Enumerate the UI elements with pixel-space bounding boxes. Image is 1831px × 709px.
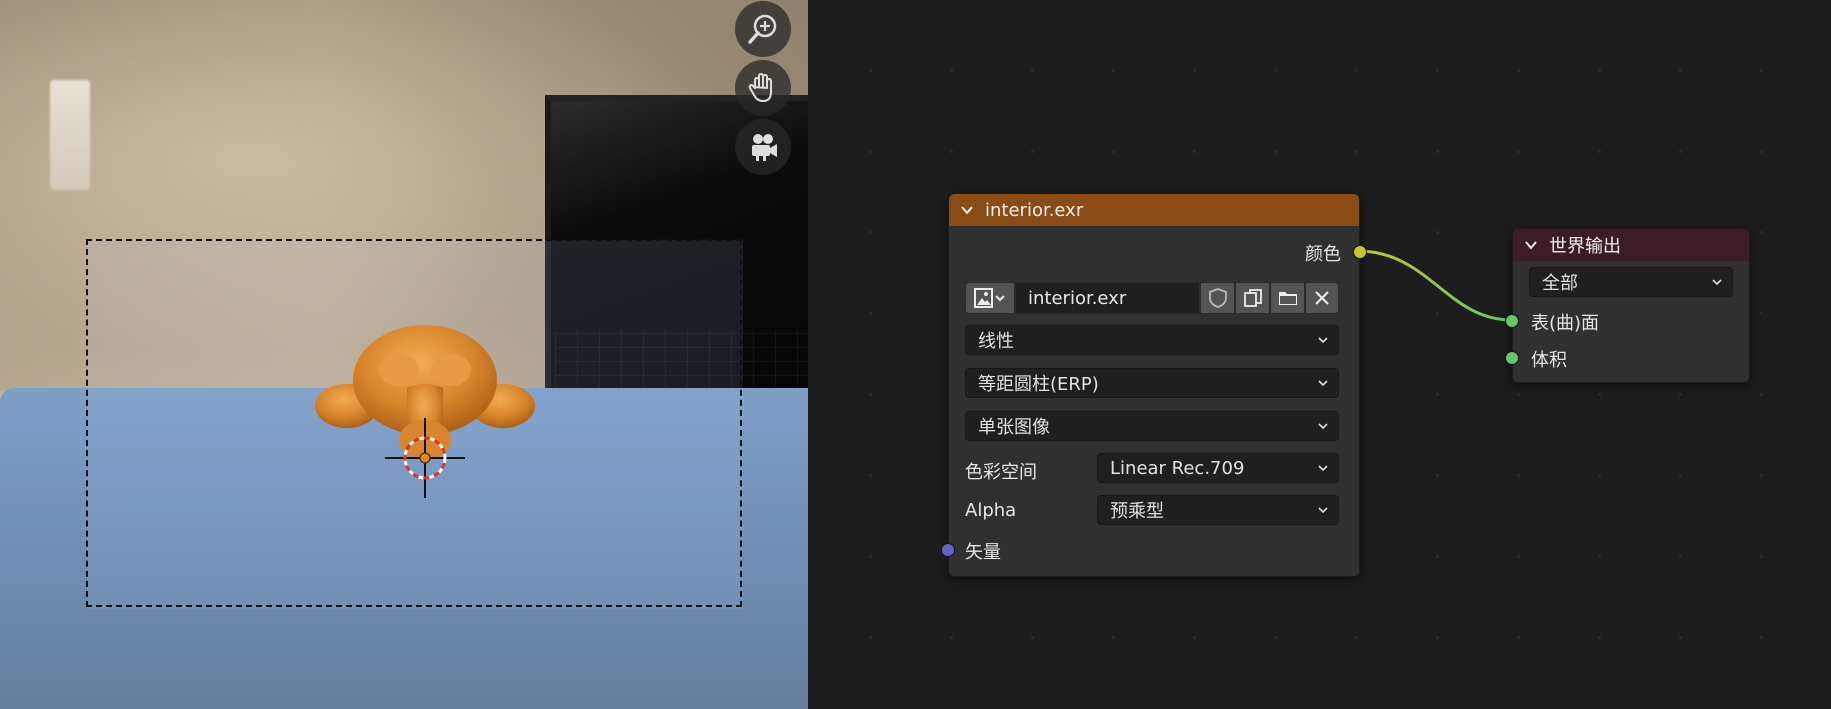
- interpolation-value: 线性: [978, 331, 1014, 352]
- chevron-down-icon: [1318, 380, 1328, 387]
- node-title: 世界输出: [1549, 236, 1621, 257]
- duplicate-icon: [1243, 289, 1262, 307]
- zoom-in-icon: [748, 14, 777, 44]
- camera-view-icon: [752, 134, 777, 161]
- alpha-label: Alpha: [965, 500, 1017, 521]
- surface-input-socket[interactable]: [1505, 314, 1519, 328]
- chevron-down-icon: [1318, 337, 1328, 344]
- volume-input-label: 体积: [1531, 350, 1567, 371]
- world-output-node[interactable]: 世界输出 全部 表(曲)面 体积: [1505, 228, 1750, 383]
- image-icon: [974, 288, 1005, 308]
- pan-tool-button[interactable]: [735, 60, 791, 116]
- node-header[interactable]: 世界输出: [1513, 229, 1749, 261]
- image-name-field[interactable]: interior.exr: [1015, 282, 1200, 314]
- hand-pan-icon: [748, 73, 772, 102]
- image-texture-node[interactable]: interior.exr 颜色 interior.exr 线性 等距圆柱(ERP…: [941, 193, 1367, 577]
- vector-input-socket[interactable]: [941, 543, 955, 557]
- target-dropdown[interactable]: 全部: [1529, 267, 1733, 297]
- chevron-down-icon[interactable]: [959, 202, 975, 218]
- source-dropdown[interactable]: 单张图像: [965, 411, 1339, 441]
- color-output-label: 颜色: [1305, 244, 1341, 265]
- camera-frame-border: [86, 239, 742, 607]
- camera-view-button[interactable]: [735, 119, 791, 175]
- chevron-down-icon: [1318, 507, 1328, 514]
- shield-icon: [1208, 288, 1227, 308]
- shader-node-editor[interactable]: interior.exr 颜色 interior.exr 线性 等距圆柱(ERP…: [808, 0, 1831, 709]
- color-output-socket[interactable]: [1353, 245, 1367, 259]
- chevron-down-icon[interactable]: [1523, 237, 1539, 253]
- zoom-tool-button[interactable]: [735, 1, 791, 57]
- alpha-dropdown[interactable]: 预乘型: [1097, 495, 1339, 525]
- interpolation-dropdown[interactable]: 线性: [965, 325, 1339, 355]
- target-value: 全部: [1542, 273, 1578, 294]
- node-title: interior.exr: [985, 199, 1084, 221]
- colorspace-value: Linear Rec.709: [1110, 457, 1245, 479]
- vector-input-label: 矢量: [965, 542, 1001, 563]
- volume-input-socket[interactable]: [1505, 351, 1519, 365]
- chevron-down-icon: [1318, 465, 1328, 472]
- close-icon: [1315, 291, 1329, 305]
- open-image-button[interactable]: [1270, 282, 1305, 314]
- projection-value: 等距圆柱(ERP): [978, 374, 1099, 395]
- colorspace-label: 色彩空间: [965, 462, 1037, 483]
- image-datablock-selector[interactable]: interior.exr: [965, 282, 1339, 314]
- folder-icon: [1278, 292, 1297, 305]
- duplicate-image-button[interactable]: [1235, 282, 1270, 314]
- image-browse-button[interactable]: [965, 282, 1015, 314]
- unlink-image-button[interactable]: [1305, 282, 1339, 314]
- chevron-down-icon: [1712, 279, 1722, 286]
- projection-dropdown[interactable]: 等距圆柱(ERP): [965, 368, 1339, 398]
- node-header[interactable]: interior.exr: [949, 194, 1359, 226]
- colorspace-dropdown[interactable]: Linear Rec.709: [1097, 453, 1339, 483]
- fake-user-button[interactable]: [1200, 282, 1235, 314]
- surface-input-label: 表(曲)面: [1531, 313, 1600, 334]
- wall-switch-blur: [50, 80, 90, 190]
- chevron-down-icon: [1318, 423, 1328, 430]
- source-value: 单张图像: [978, 417, 1050, 438]
- alpha-value: 预乘型: [1110, 501, 1164, 522]
- 3d-viewport[interactable]: [0, 0, 808, 709]
